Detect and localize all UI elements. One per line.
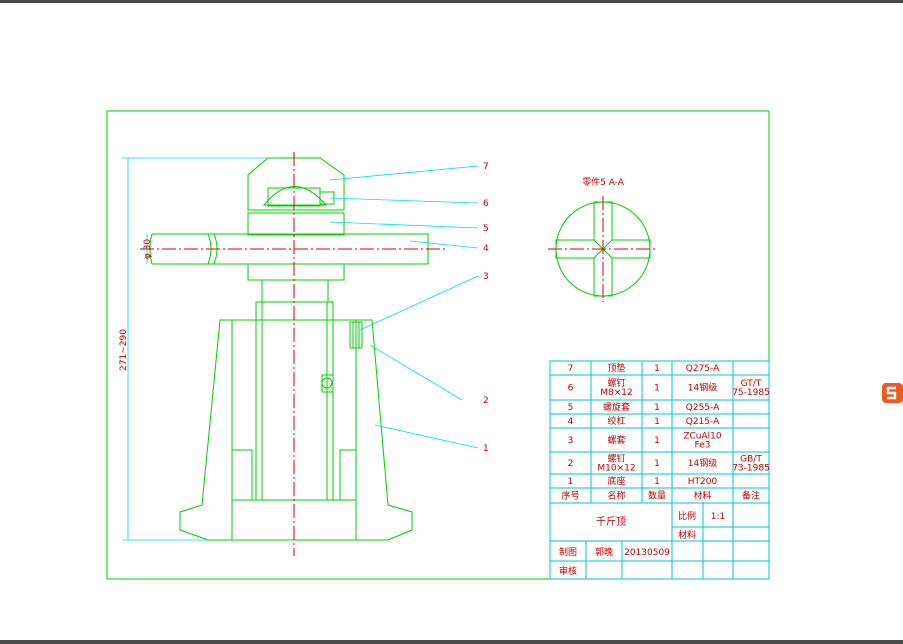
window-bottom-border [0,640,903,644]
leader-2: 2 [483,396,489,406]
bom-cell-qty: 1 [654,436,660,446]
check-label: 审核 [559,565,577,577]
bom-cell-no: 3 [568,436,574,446]
base-part [179,319,413,541]
drawn-date: 20130509 [624,548,670,558]
bom-cell-no: 2 [568,459,574,469]
leader-4: 4 [483,244,489,254]
section-aa: 零件5 A-A [548,176,658,302]
bom-cell-qty: 1 [654,364,660,374]
bom-cell-name: 底座 [607,475,625,487]
scale-value: 1:1 [711,512,725,522]
bom-rows: 7 顶垫 1 Q275-A 6 螺钉 M8×12 1 14钢级 GT/T 75-1985 5 螺旋套 1 Q… [561,362,769,502]
bom-cell-name: 螺旋套 [603,401,630,413]
bom-cell-no: 4 [568,417,574,427]
bom-header-name: 名称 [607,490,625,502]
leader-7: 7 [483,162,489,172]
bom-cell-qty: 1 [654,384,660,394]
diameter-dim-label: φ 30 [143,239,153,260]
top-pad [247,157,345,211]
leader-lines [329,165,479,449]
bom-cell-material: Q275-A [686,364,720,374]
leader-6: 6 [483,199,489,209]
bom-cell-qty: 1 [654,459,660,469]
bom-cell-no: 7 [568,364,574,374]
leader-1: 1 [483,444,489,454]
cad-drawing: 271~290 φ 30 7 6 5 4 3 2 1 零件5 A-A 7 顶垫 … [106,110,770,580]
bom-cell-note: GB/T 73-1985 [732,455,770,474]
bom-header-note: 备注 [742,490,760,502]
bom-cell-material: HT200 [688,477,718,487]
height-dim-label: 271~290 [119,329,129,371]
bom-cell-name: 螺钉 M10×12 [597,454,635,474]
bom-cell-name: 螺钉 M8×12 [600,378,632,398]
jack-assembly [140,152,445,556]
bom-cell-qty: 1 [654,417,660,427]
bom-cell-no: 5 [568,403,574,413]
bom-header-no: 序号 [561,490,579,502]
leader-3: 3 [483,272,489,282]
bom-cell-no: 1 [568,477,574,487]
drawn-by: 郭晚 [595,546,613,558]
bom-cell-material: ZCuAl10 Fe3 [683,432,722,451]
section-label: 零件5 A-A [582,176,625,188]
ime-s-icon[interactable] [880,381,903,405]
bom-header-material: 材料 [693,490,711,502]
bom-cell-name: 螺套 [607,434,625,446]
spiral-sleeve-top [247,212,345,236]
bom-cell-note: GT/T 75-1985 [732,379,770,398]
bom-cell-name: 绞杠 [607,415,625,427]
drawn-label: 制图 [559,546,577,558]
spiral-sleeve-bottom [247,263,345,281]
bom-header-qty: 数量 [648,490,666,502]
leader-5: 5 [483,224,489,234]
scale-label: 比例 [678,510,696,522]
material-label: 材料 [678,529,696,541]
bom-cell-no: 6 [568,384,574,394]
bom-cell-material: 14钢级 [688,457,717,469]
diameter-dimension: φ 30 [143,234,153,264]
bom-cell-material: 14钢级 [688,382,717,394]
height-dimension: 271~290 [119,157,268,541]
drawing-frame [106,110,770,580]
bom-cell-qty: 1 [654,403,660,413]
bom-cell-name: 顶垫 [607,362,625,374]
title-block: 千斤顶 比例 1:1 材料 制图 郭晚 20130509 审核 [549,502,770,580]
title-name: 千斤顶 [596,516,626,528]
bom-cell-material: Q215-A [686,417,720,427]
bom-cell-material: Q255-A [686,403,720,413]
bom-cell-qty: 1 [654,477,660,487]
